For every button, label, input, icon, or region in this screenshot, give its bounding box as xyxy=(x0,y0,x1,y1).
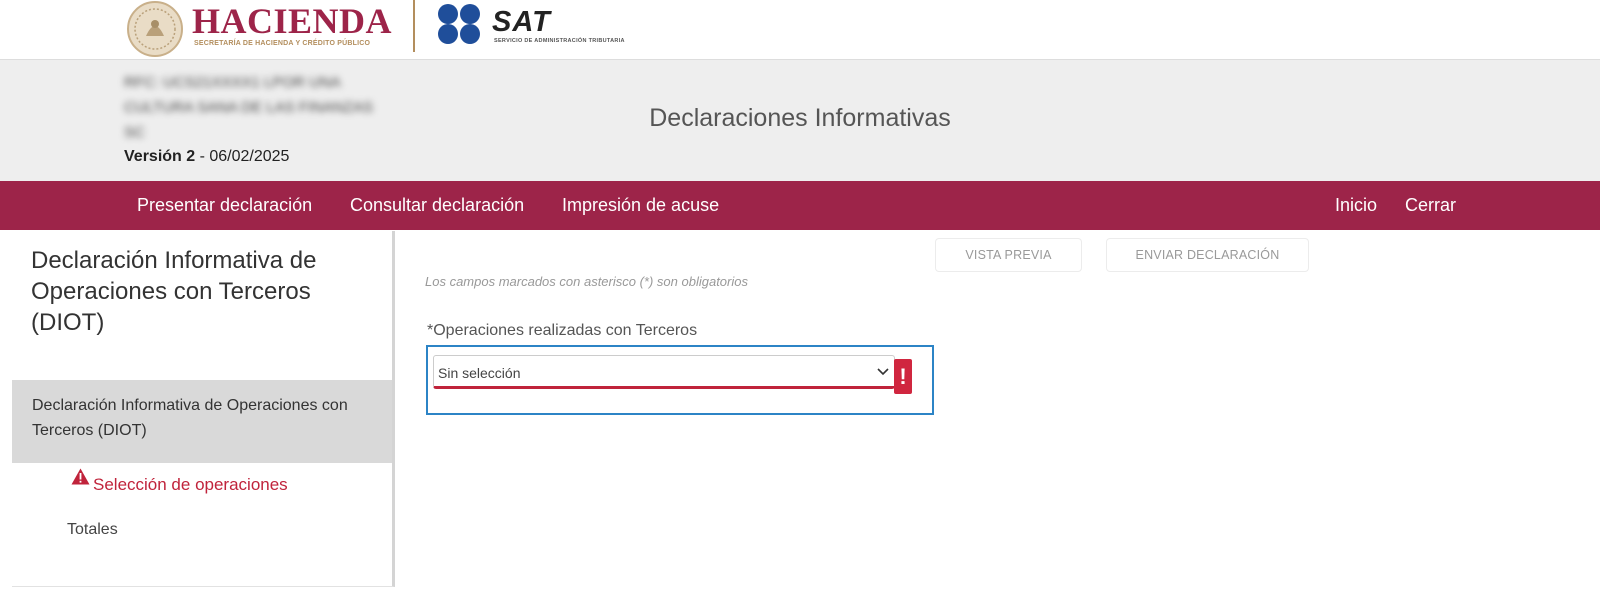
page-title: Declaraciones Informativas xyxy=(0,104,1600,133)
select-value: Sin selección xyxy=(438,365,521,381)
header-divider xyxy=(413,0,415,52)
mexican-coat-of-arms-icon xyxy=(127,1,183,57)
operations-field-label: *Operaciones realizadas con Terceros xyxy=(427,322,698,339)
sat-logo-subtitle: SERVICIO DE ADMINISTRACIÓN TRIBUTARIA xyxy=(494,38,625,44)
nav-impresion-acuse[interactable]: Impresión de acuse xyxy=(562,195,719,216)
warning-triangle-icon xyxy=(71,468,90,485)
hacienda-logo-subtitle: SECRETARÍA DE HACIENDA Y CRÉDITO PÚBLICO xyxy=(194,40,371,47)
sidebar-item-seleccion-operaciones[interactable]: Selección de operaciones xyxy=(71,468,288,495)
info-banner: RFC: UCS21XXXX1 LPOR UNA CULTURA SANA DE… xyxy=(0,60,1600,181)
sidebar: Declaración Informativa de Operaciones c… xyxy=(12,231,395,587)
sidebar-item-totales[interactable]: Totales xyxy=(67,521,118,539)
sidebar-section-label: Declaración Informativa de Operaciones c… xyxy=(32,397,348,439)
rfc-line: RFC: UCS21XXXX1 LPOR UNA xyxy=(124,74,341,91)
error-indicator: ! xyxy=(894,359,912,394)
sidebar-section-diot[interactable]: Declaración Informativa de Operaciones c… xyxy=(12,380,392,463)
nav-inicio[interactable]: Inicio xyxy=(1335,195,1377,216)
nav-consultar-declaracion[interactable]: Consultar declaración xyxy=(350,195,524,216)
main-navbar: Presentar declaración Consultar declarac… xyxy=(0,181,1600,230)
sidebar-heading: Declaración Informativa de Operaciones c… xyxy=(31,247,317,336)
version-info: Versión 2 - 06/02/2025 xyxy=(124,148,289,166)
page-title-text: Declaraciones Informativas xyxy=(649,104,951,132)
top-header: HACIENDA SECRETARÍA DE HACIENDA Y CRÉDIT… xyxy=(0,0,1600,60)
sat-dots-icon xyxy=(438,4,480,44)
preview-button[interactable]: VISTA PREVIA xyxy=(935,238,1082,272)
required-fields-note: Los campos marcados con asterisco (*) so… xyxy=(425,274,748,289)
version-date: - 06/02/2025 xyxy=(195,148,290,165)
nav-presentar-declaracion[interactable]: Presentar declaración xyxy=(137,195,312,216)
chevron-down-icon xyxy=(877,368,889,376)
nav-cerrar[interactable]: Cerrar xyxy=(1405,195,1456,216)
version-label: Versión 2 xyxy=(124,148,196,165)
send-declaration-button[interactable]: ENVIAR DECLARACIÓN xyxy=(1106,238,1309,272)
sidebar-item-label: Selección de operaciones xyxy=(93,475,288,494)
operations-select[interactable]: Sin selección xyxy=(433,355,895,389)
sat-logo-title: SAT xyxy=(492,6,551,38)
hacienda-logo-title: HACIENDA xyxy=(192,1,393,41)
